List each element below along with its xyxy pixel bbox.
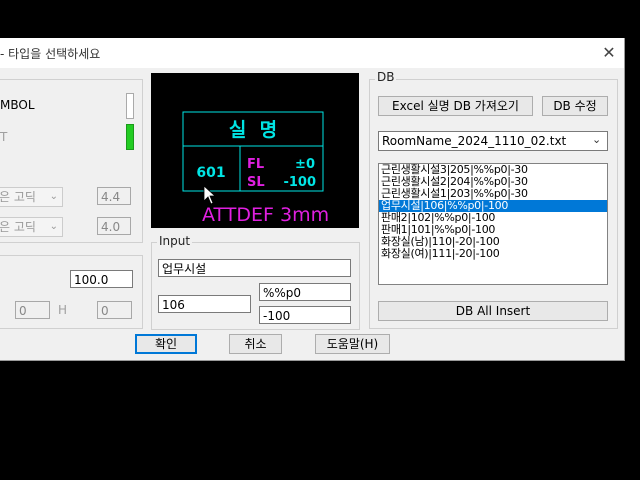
symbol-checkbox[interactable] <box>126 93 134 119</box>
room-name-field[interactable]: 업무시설 <box>158 259 351 277</box>
font-combo-2[interactable]: 은 고딕 ⌄ <box>0 217 63 237</box>
list-item[interactable]: 화장실(여)|111|-20|-100 <box>379 248 607 260</box>
height-field[interactable]: 0 <box>97 301 132 319</box>
cancel-button[interactable]: 취소 <box>229 334 282 354</box>
input-group-label: Input <box>157 234 193 248</box>
db-insert-all-button[interactable]: DB All Insert <box>378 301 608 321</box>
help-button[interactable]: 도움말(H) <box>315 334 390 354</box>
font-combo-1[interactable]: 은 고딕 ⌄ <box>0 187 63 207</box>
room-number-field[interactable]: 106 <box>158 295 251 313</box>
fl-field[interactable]: %%p0 <box>259 283 351 301</box>
chevron-down-icon: ⌄ <box>49 221 58 232</box>
title-bar: - 타입을 선택하세요 ✕ <box>0 38 624 68</box>
db-file-value: RoomName_2024_1110_02.txt <box>382 134 567 148</box>
db-group-label: DB <box>375 70 397 84</box>
preview-canvas: 실 명 601 FL ±0 SL -100 ATTDEF 3mm <box>151 73 359 228</box>
preview-sl-value: -100 <box>283 175 316 190</box>
h-label: H <box>58 303 68 317</box>
sl-field[interactable]: -100 <box>259 306 351 324</box>
symbol-label: MBOL <box>0 98 35 112</box>
font-size-2-field[interactable]: 4.0 <box>97 217 131 235</box>
dialog-title: - 타입을 선택하세요 <box>0 47 101 61</box>
font-combo-1-value: 은 고딕 <box>0 190 36 204</box>
preview-sl-label: SL <box>247 175 265 190</box>
db-list[interactable]: 근린생활시설3|205|%%p0|-30 근린생활시설2|204|%%p0|-30… <box>378 163 608 285</box>
font-size-1-field[interactable]: 4.4 <box>97 187 131 205</box>
chevron-down-icon: ⌄ <box>49 191 58 202</box>
preview-drawing: 실 명 601 FL ±0 SL -100 ATTDEF 3mm <box>182 111 329 226</box>
room-type-dialog: - 타입을 선택하세요 ✕ MBOL T 은 고딕 ⌄ 4.4 은 고딕 ⌄ 4… <box>0 38 625 361</box>
preview-room-name: 실 명 <box>229 119 277 141</box>
font-combo-2-value: 은 고딕 <box>0 220 36 234</box>
preview-fl-value: ±0 <box>295 157 315 172</box>
t-label: T <box>0 130 8 144</box>
cursor-icon <box>203 185 217 205</box>
color-swatch[interactable] <box>126 124 134 150</box>
preview-attdef-text: ATTDEF 3mm <box>202 204 329 226</box>
preview-fl-label: FL <box>247 157 264 172</box>
ok-button[interactable]: 확인 <box>135 334 197 354</box>
excel-import-button[interactable]: Excel 실명 DB 가져오기 <box>378 96 533 116</box>
chevron-down-icon: ⌄ <box>592 133 602 146</box>
scale-field[interactable]: 100.0 <box>70 270 133 288</box>
db-file-select[interactable]: RoomName_2024_1110_02.txt ⌄ <box>378 131 608 151</box>
close-icon[interactable]: ✕ <box>598 43 620 63</box>
width-field[interactable]: 0 <box>15 301 50 319</box>
db-edit-button[interactable]: DB 수정 <box>542 96 608 116</box>
preview-number: 601 <box>196 165 225 181</box>
